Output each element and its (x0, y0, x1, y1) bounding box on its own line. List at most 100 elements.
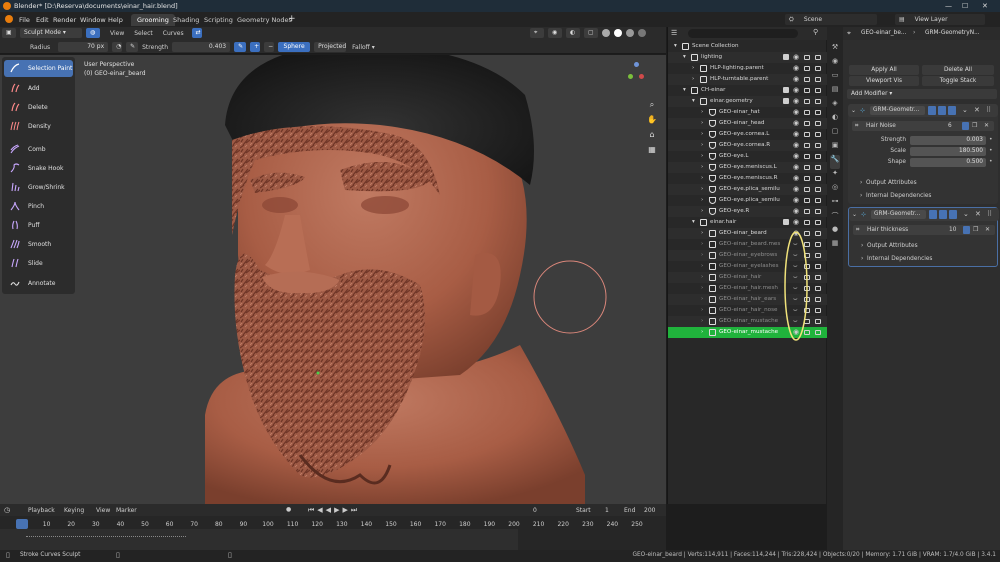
outliner-row[interactable]: › GEO-eye.cornea.L ◉ (668, 129, 827, 140)
render-tab-icon[interactable]: ◉ (830, 57, 840, 71)
menu-select[interactable]: Select (134, 30, 153, 37)
exclude-checkbox[interactable] (783, 87, 789, 93)
filter-icon[interactable]: ⚲ (813, 28, 818, 36)
viewport-monitor-icon[interactable] (804, 143, 810, 148)
tool-add[interactable]: Add (4, 80, 73, 97)
eye-open-icon[interactable]: ◉ (793, 152, 799, 160)
gizmo-y-icon[interactable] (628, 74, 633, 79)
render-camera-icon[interactable] (815, 154, 821, 159)
render-toggle-icon[interactable] (949, 210, 957, 219)
editor-type-icon[interactable]: ▣ (2, 28, 16, 38)
remove-modifier-icon[interactable]: ✕ (975, 210, 981, 218)
exclude-checkbox[interactable] (783, 219, 789, 225)
symmetry-icon[interactable]: ⇄ (191, 28, 202, 38)
render-camera-icon[interactable] (815, 209, 821, 214)
expand-arrow-icon[interactable]: ▾ (683, 54, 689, 60)
outliner-editor-icon[interactable]: ☰ (671, 29, 677, 37)
pan-icon[interactable]: ✋ (646, 115, 658, 127)
modifier-name-field[interactable]: GRM-Geometr... (871, 210, 926, 219)
eye-open-icon[interactable]: ◉ (793, 185, 799, 193)
tool-comb[interactable]: Comb (4, 141, 73, 158)
outliner-row[interactable]: ▾ lighting ◉ (668, 52, 827, 63)
viewport-monitor-icon[interactable] (804, 198, 810, 203)
render-camera-icon[interactable] (815, 143, 821, 148)
render-camera-icon[interactable] (815, 66, 821, 71)
material-tab-icon[interactable]: ● (830, 225, 840, 239)
render-camera-icon[interactable] (815, 286, 821, 291)
render-camera-icon[interactable] (815, 253, 821, 258)
internal-dependencies-section[interactable]: › Internal Dependencies (861, 256, 932, 262)
world-tab-icon[interactable]: ◐ (830, 113, 840, 127)
modifier-name-field[interactable]: GRM-Geometr... (870, 106, 925, 115)
ortho-toggle-icon[interactable]: ▦ (646, 145, 658, 157)
modifier-name-breadcrumb[interactable]: GRM-GeometryN... (925, 30, 980, 36)
exclude-checkbox[interactable] (783, 98, 789, 104)
viewport-monitor-icon[interactable] (804, 110, 810, 115)
texture-tab-icon[interactable]: ▦ (830, 239, 840, 253)
fake-user-icon[interactable] (962, 122, 969, 130)
view-layer-tab-icon[interactable]: ▤ (830, 85, 840, 99)
outliner-row[interactable]: › GEO-eye.meniscus.R ◉ (668, 173, 827, 184)
tool-slide[interactable]: Slide (4, 255, 73, 272)
expand-arrow-icon[interactable]: › (701, 142, 707, 148)
particles-tab-icon[interactable]: ✦ (830, 169, 840, 183)
data-tab-icon[interactable]: ⌒ (830, 211, 840, 225)
end-field[interactable]: 200 (644, 507, 655, 514)
eye-open-icon[interactable]: ◉ (793, 108, 799, 116)
modifier-tab-icon[interactable]: 🔧 (830, 155, 840, 169)
render-camera-icon[interactable] (815, 198, 821, 203)
viewport-monitor-icon[interactable] (804, 77, 810, 82)
eye-open-icon[interactable]: ◉ (793, 141, 799, 149)
timeline-editor-icon[interactable]: ◷ (4, 506, 10, 514)
scene-selector[interactable]: ⛭ Scene (785, 14, 877, 25)
render-camera-icon[interactable] (815, 165, 821, 170)
outliner-row[interactable]: › GEO-eye.plica_semilu ◉ (668, 184, 827, 195)
shape-prop-field[interactable]: 0.500 (910, 158, 986, 167)
outliner-row[interactable]: › GEO-eye.meniscus.L ◉ (668, 162, 827, 173)
render-camera-icon[interactable] (815, 77, 821, 82)
radius-field[interactable]: 70 px (58, 42, 109, 52)
playback-controls[interactable]: ⏮◀◀▶▶⏭ (308, 506, 360, 515)
viewport-toggle-icon[interactable] (938, 106, 946, 115)
xray-icon[interactable]: ▢ (584, 28, 598, 38)
mode-selector[interactable]: Sculpt Mode ▾ (20, 28, 82, 38)
blender-menu-icon[interactable] (5, 15, 13, 23)
expand-arrow-icon[interactable]: › (701, 230, 707, 236)
viewport-monitor-icon[interactable] (804, 154, 810, 159)
expand-arrow-icon[interactable]: › (701, 197, 707, 203)
outliner-row[interactable]: › GEO-einar_hat ◉ (668, 107, 827, 118)
render-camera-icon[interactable] (815, 88, 821, 93)
maximize-icon[interactable]: ☐ (962, 2, 968, 10)
expand-arrow-icon[interactable]: › (701, 252, 707, 258)
node-group-selector[interactable]: ⌗ Hair Noise 6 ❐ ✕ (852, 121, 994, 131)
tool-density[interactable]: Density (4, 118, 73, 135)
menu-playback[interactable]: Playback (28, 507, 55, 514)
render-camera-icon[interactable] (815, 220, 821, 225)
tool-smooth[interactable]: Smooth (4, 236, 73, 253)
menu-help[interactable]: Help (108, 16, 123, 24)
frame-range-area[interactable] (0, 529, 518, 550)
render-camera-icon[interactable] (815, 121, 821, 126)
menu-view[interactable]: View (110, 30, 124, 37)
visibility-icon[interactable]: ◉ (548, 28, 562, 38)
outliner-row[interactable]: › GEO-eye.plica_semilu ◉ (668, 195, 827, 206)
internal-dependencies-section[interactable]: › Internal Dependencies (860, 193, 931, 199)
overlays-icon[interactable]: ◐ (566, 28, 580, 38)
expand-arrow-icon[interactable]: › (701, 109, 707, 115)
expand-arrow-icon[interactable]: › (692, 76, 698, 82)
eye-open-icon[interactable]: ◉ (793, 86, 799, 94)
render-camera-icon[interactable] (815, 330, 821, 335)
eye-open-icon[interactable]: ◉ (793, 163, 799, 171)
menu-keying[interactable]: Keying (64, 507, 84, 514)
outliner-row[interactable]: › GEO-einar_head ◉ (668, 118, 827, 129)
viewport-vis-button[interactable]: Viewport Vis (849, 76, 919, 86)
shading-rendered-icon[interactable] (638, 29, 646, 37)
eye-open-icon[interactable]: ◉ (793, 207, 799, 215)
expand-arrow-icon[interactable]: ▾ (692, 219, 698, 225)
menu-curves[interactable]: Curves (163, 30, 184, 37)
expand-arrow-icon[interactable]: ▾ (674, 43, 680, 49)
close-icon[interactable]: ✕ (982, 2, 988, 10)
tool-delete[interactable]: Delete (4, 99, 73, 116)
render-camera-icon[interactable] (815, 242, 821, 247)
outliner-row[interactable]: › HLP-turntable.parent ◉ (668, 74, 827, 85)
